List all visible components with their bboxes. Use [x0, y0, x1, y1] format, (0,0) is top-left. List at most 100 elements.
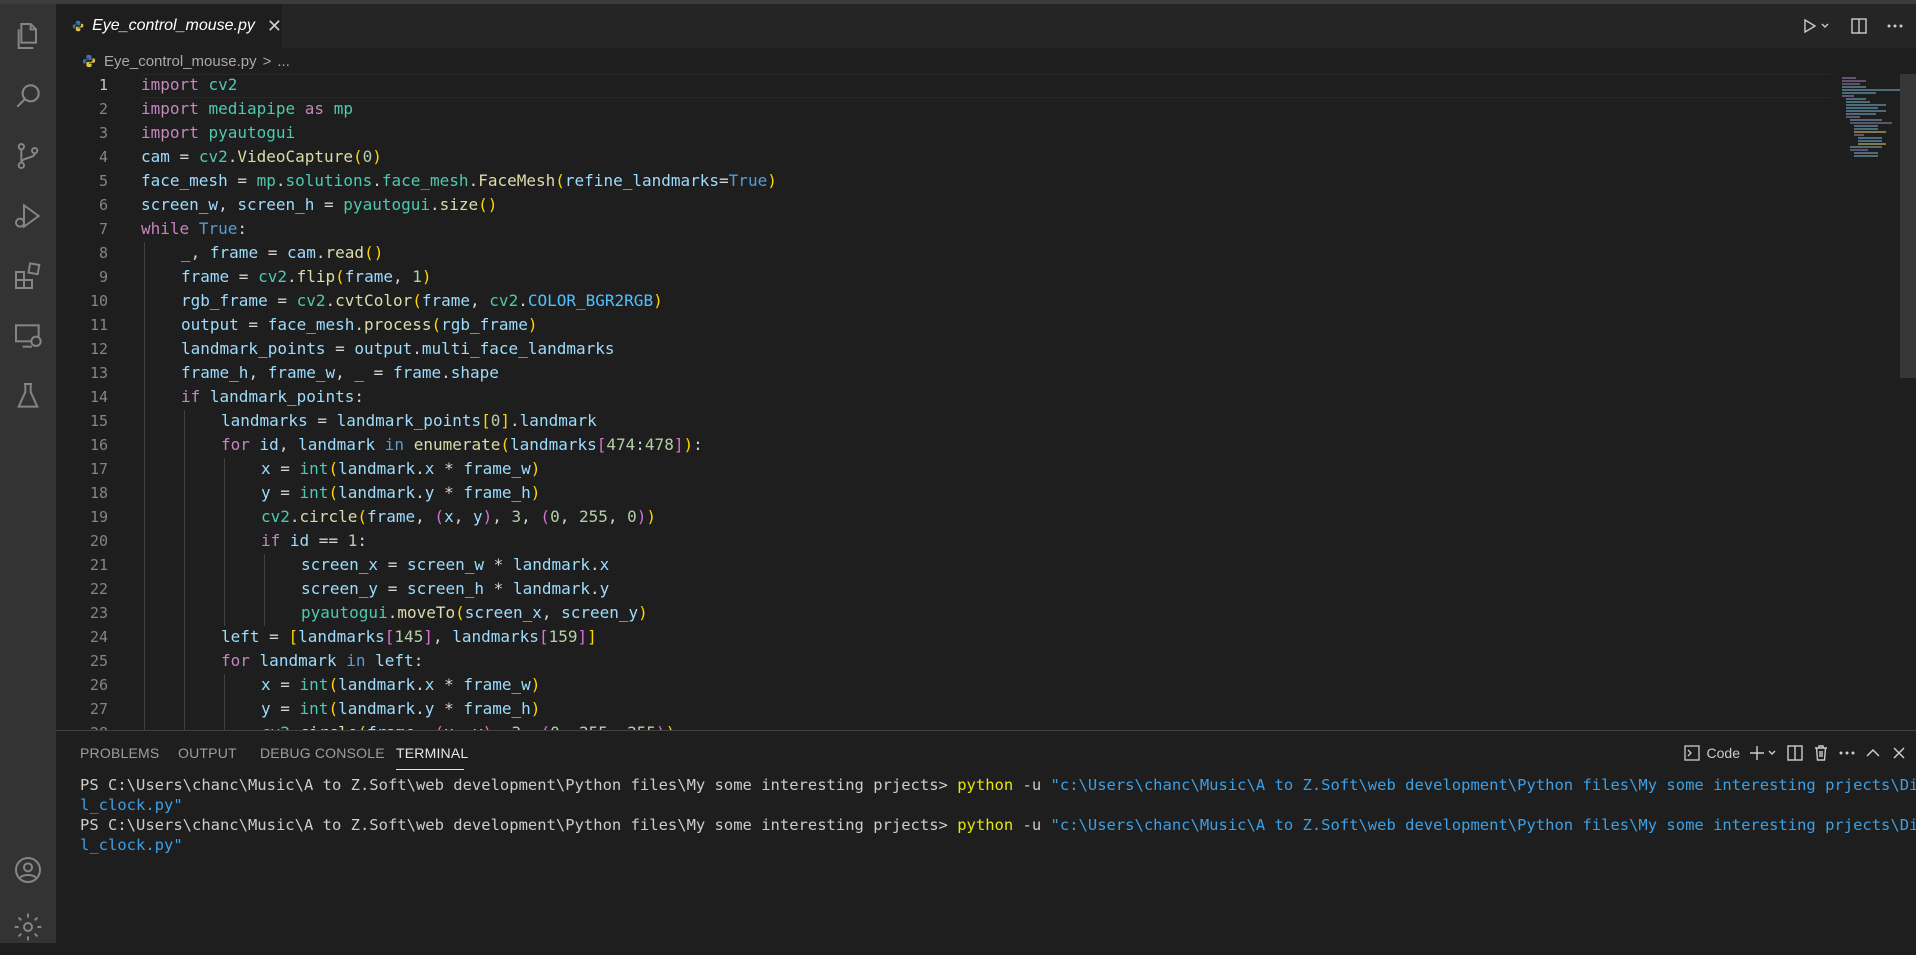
code-line[interactable]: frame_h, frame_w, _ = frame.shape [181, 361, 499, 385]
code-token: landmark [338, 675, 416, 694]
terminal-path1: "c:\Users\chanc\Music\A to Z.Soft\web de… [1050, 776, 1916, 794]
code-token: read [325, 243, 365, 262]
split-terminal-button[interactable] [1786, 738, 1804, 768]
code-token: : [357, 531, 367, 550]
code-token: solutions [285, 171, 373, 190]
code-token: frame_w [463, 459, 531, 478]
split-editor-button[interactable] [1844, 11, 1874, 41]
code-token: screen_x [464, 603, 542, 622]
editor-scrollbar-thumb[interactable] [1900, 74, 1916, 378]
code-line[interactable]: y = int(landmark.y * frame_h) [261, 697, 540, 721]
breadcrumb-symbols[interactable]: ... [277, 53, 290, 70]
code-token: ) [646, 507, 657, 526]
code-token: frame [367, 723, 415, 730]
code-token: frame_w [267, 363, 336, 382]
tab-output[interactable]: OUTPUT [178, 745, 237, 761]
testing-button[interactable] [0, 368, 56, 424]
remote-explorer-button[interactable] [0, 308, 56, 364]
code-line[interactable]: screen_x = screen_w * landmark.x [301, 553, 609, 577]
terminal-shell-selector[interactable]: Code [1683, 738, 1740, 768]
code-line[interactable]: _, frame = cam.read() [181, 241, 383, 265]
code-token: y [261, 483, 271, 502]
code-token: ] [577, 627, 588, 646]
code-token: frame_h [463, 483, 531, 502]
code-token: frame_w [463, 675, 531, 694]
source-control-button[interactable] [0, 128, 56, 184]
code-line[interactable]: left = [landmarks[145], landmarks[159]] [221, 625, 597, 649]
code-line[interactable]: cv2.circle(frame, (x, y), 3, (0, 255, 0)… [261, 505, 656, 529]
tab-terminal[interactable]: TERMINAL [396, 745, 468, 761]
code-editor[interactable]: 1 2 3 4 5 6 7 8 9 10 11 12 13 14 15 16 17 18 19 20 21 22 23 24 2… [56, 74, 1916, 730]
code-token: ] [423, 627, 433, 646]
kill-terminal-button[interactable] [1812, 738, 1830, 768]
tab-problems[interactable]: PROBLEMS [80, 745, 159, 761]
breadcrumb-file[interactable]: Eye_control_mouse.py [104, 53, 257, 70]
code-line[interactable]: y = int(landmark.y * frame_h) [261, 481, 540, 505]
code-token: , [453, 507, 473, 526]
code-token: landmark [259, 651, 337, 670]
indent-guide [184, 458, 185, 482]
tab-debug-console[interactable]: DEBUG CONSOLE [260, 745, 385, 761]
more-actions-button[interactable] [1880, 11, 1910, 41]
editor-tab-eye-control-mouse[interactable]: Eye_control_mouse.py ✕ [56, 4, 282, 48]
code-line[interactable]: landmarks = landmark_points[0].landmark [221, 409, 597, 433]
code-line[interactable]: rgb_frame = cv2.cvtColor(frame, cv2.COLO… [181, 289, 663, 313]
code-token: if [181, 387, 201, 406]
code-line[interactable]: screen_y = screen_h * landmark.y [301, 577, 609, 601]
close-panel-button[interactable] [1890, 738, 1908, 768]
run-python-file-button[interactable] [1794, 11, 1838, 41]
code-line[interactable]: import cv2 [141, 74, 237, 97]
code-token: = [378, 555, 407, 574]
maximize-panel-button[interactable] [1864, 738, 1882, 768]
manage-button[interactable] [0, 899, 56, 955]
code-line[interactable]: cam = cv2.VideoCapture(0) [141, 145, 382, 169]
code-line[interactable]: while True: [141, 217, 247, 241]
run-debug-button[interactable] [0, 188, 56, 244]
line-number: 10 [89, 292, 108, 310]
code-token: : [693, 435, 703, 454]
code-line[interactable]: pyautogui.moveTo(screen_x, screen_y) [301, 601, 648, 625]
code-token: ( [540, 723, 550, 730]
line-number: 21 [89, 556, 108, 574]
code-token: landmarks [298, 627, 385, 646]
code-line[interactable]: for id, landmark in enumerate(landmarks[… [221, 433, 703, 457]
code-line[interactable]: cv2.circle(frame, (x, y), 3, (0, 255, 25… [261, 721, 675, 730]
code-line[interactable]: if landmark_points: [181, 385, 364, 409]
code-line[interactable]: if id == 1: [261, 529, 367, 553]
accounts-button[interactable] [0, 842, 56, 898]
code-line[interactable]: for landmark in left: [221, 649, 423, 673]
code-token: id [289, 531, 310, 550]
code-token: . [275, 171, 286, 190]
code-token: face_mesh [267, 315, 355, 334]
code-line[interactable]: import mediapipe as mp [141, 97, 353, 121]
code-line[interactable]: landmark_points = output.multi_face_land… [181, 337, 615, 361]
code-line[interactable]: x = int(landmark.x * frame_w) [261, 457, 540, 481]
code-line[interactable]: x = int(landmark.x * frame_w) [261, 673, 540, 697]
new-terminal-button[interactable] [1748, 738, 1778, 768]
terminal-output[interactable]: PS C:\Users\chanc\Music\A to Z.Soft\web … [80, 775, 1916, 855]
code-line[interactable]: screen_w, screen_h = pyautogui.size() [141, 193, 497, 217]
code-token: . [441, 363, 451, 382]
code-token: , [492, 723, 511, 730]
indent-guide [264, 554, 265, 578]
code-line[interactable]: import pyautogui [141, 121, 295, 145]
indent-guide [224, 506, 225, 530]
code-text-area[interactable]: import cv2 import mediapipe as mp import p… [141, 74, 1821, 730]
explorer-button[interactable] [0, 8, 56, 64]
testing-icon [17, 383, 39, 408]
search-button[interactable] [0, 68, 56, 124]
panel-more-button[interactable] [1838, 738, 1856, 768]
code-token: face_mesh [381, 171, 469, 190]
code-line[interactable]: frame = cv2.flip(frame, 1) [181, 265, 432, 289]
code-line[interactable]: face_mesh = mp.solutions.face_mesh.FaceM… [141, 169, 777, 193]
search-icon [16, 84, 40, 108]
extensions-button[interactable] [0, 248, 56, 304]
code-token: landmarks [510, 435, 597, 454]
code-token: * [484, 579, 513, 598]
close-icon[interactable]: ✕ [267, 16, 282, 36]
code-token: . [325, 291, 336, 310]
line-number: 23 [89, 604, 108, 622]
code-token: , [392, 267, 413, 286]
line-number: 25 [89, 652, 108, 670]
code-line[interactable]: output = face_mesh.process(rgb_frame) [181, 313, 537, 337]
